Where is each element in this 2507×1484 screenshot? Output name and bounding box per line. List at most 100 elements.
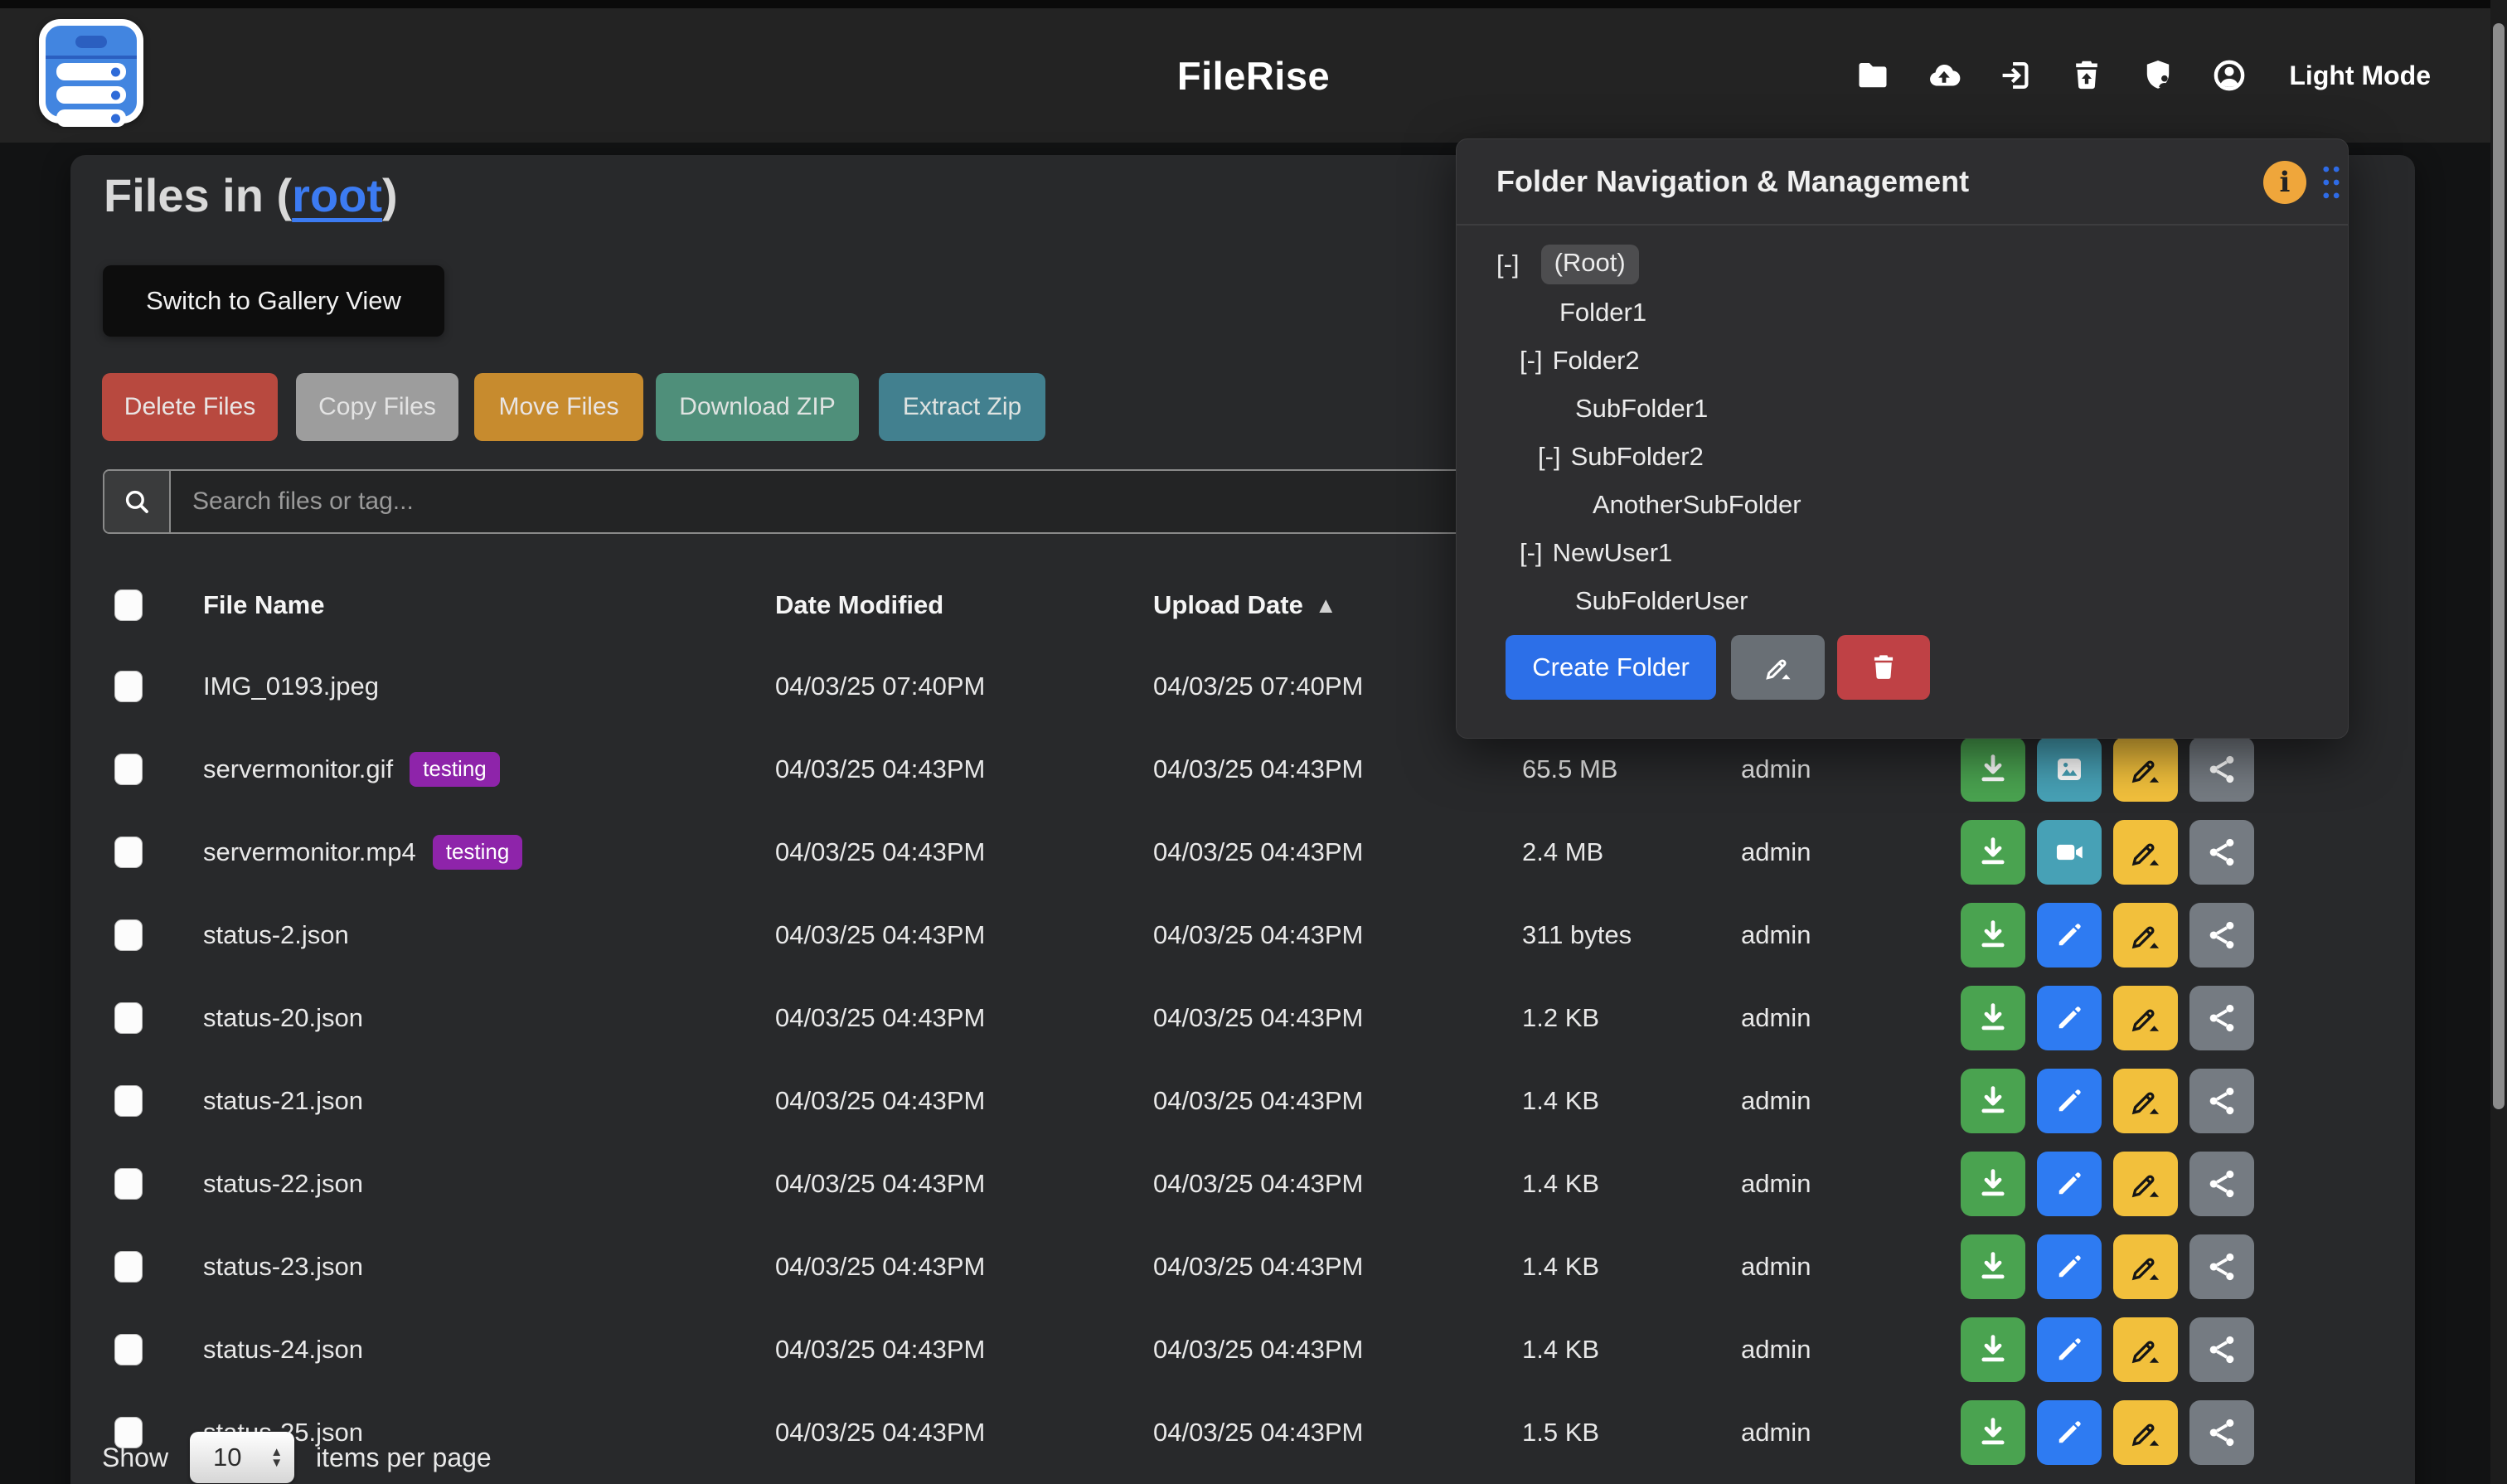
- folder-label[interactable]: Folder2: [1553, 346, 1640, 376]
- download-button[interactable]: [1961, 737, 2025, 802]
- table-row: status-24.json 04/03/25 04:43PM 04/03/25…: [70, 1308, 2415, 1391]
- download-button[interactable]: [1961, 1069, 2025, 1133]
- preview-video-button[interactable]: [2037, 820, 2102, 885]
- rename-button[interactable]: [2113, 1152, 2178, 1216]
- collapse-toggle[interactable]: [-]: [1520, 346, 1543, 376]
- row-checkbox[interactable]: [114, 1334, 143, 1365]
- tree-node[interactable]: [-] SubFolder2: [1457, 433, 2348, 481]
- admin-shield-icon[interactable]: [2140, 57, 2176, 94]
- trash-restore-icon[interactable]: [2068, 57, 2105, 94]
- search-input[interactable]: [171, 471, 1494, 532]
- tree-node[interactable]: [-] NewUser1: [1457, 529, 2348, 577]
- download-button[interactable]: [1961, 1152, 2025, 1216]
- share-button[interactable]: [2189, 1234, 2254, 1299]
- user-profile-icon[interactable]: [2211, 57, 2248, 94]
- tree-node[interactable]: Folder1: [1457, 289, 2348, 337]
- delete-folder-button[interactable]: [1837, 635, 1930, 700]
- rename-button[interactable]: [2113, 1069, 2178, 1133]
- extract-zip-button[interactable]: Extract Zip: [879, 373, 1045, 441]
- rename-button[interactable]: [2113, 986, 2178, 1050]
- file-name: status-2.json: [203, 920, 349, 950]
- download-button[interactable]: [1961, 986, 2025, 1050]
- collapse-toggle[interactable]: [-]: [1538, 442, 1561, 472]
- cloud-upload-icon[interactable]: [1926, 57, 1962, 94]
- rename-button[interactable]: [2113, 1234, 2178, 1299]
- tree-node[interactable]: [-] Folder2: [1457, 337, 2348, 385]
- copy-files-button[interactable]: Copy Files: [296, 373, 458, 441]
- column-date-modified[interactable]: Date Modified: [775, 573, 1140, 638]
- share-button[interactable]: [2189, 820, 2254, 885]
- rename-button[interactable]: [2113, 820, 2178, 885]
- scrollbar-thumb[interactable]: [2493, 23, 2505, 1109]
- upload-date: 04/03/25 04:43PM: [1153, 1225, 1510, 1308]
- download-zip-button[interactable]: Download ZIP: [656, 373, 859, 441]
- edit-file-button[interactable]: [2037, 1234, 2102, 1299]
- table-body: IMG_0193.jpeg 04/03/25 07:40PM 04/03/25 …: [70, 645, 2415, 1474]
- share-button[interactable]: [2189, 986, 2254, 1050]
- create-folder-button[interactable]: Create Folder: [1506, 635, 1716, 700]
- preview-image-button[interactable]: [2037, 737, 2102, 802]
- tree-node[interactable]: SubFolder1: [1457, 385, 2348, 433]
- share-button[interactable]: [2189, 1069, 2254, 1133]
- folder-label[interactable]: Folder1: [1559, 298, 1646, 327]
- rename-button[interactable]: [2113, 1400, 2178, 1465]
- share-button[interactable]: [2189, 1400, 2254, 1465]
- edit-file-button[interactable]: [2037, 986, 2102, 1050]
- folder-label[interactable]: SubFolder1: [1575, 394, 1708, 424]
- move-files-button[interactable]: Move Files: [474, 373, 643, 441]
- row-checkbox[interactable]: [114, 1085, 143, 1117]
- collapse-toggle[interactable]: [-]: [1520, 538, 1543, 568]
- share-button[interactable]: [2189, 1317, 2254, 1382]
- tree-node[interactable]: AnotherSubFolder: [1457, 481, 2348, 529]
- rename-button[interactable]: [2113, 737, 2178, 802]
- root-folder-link[interactable]: root: [292, 169, 382, 221]
- rename-button[interactable]: [2113, 903, 2178, 968]
- row-checkbox[interactable]: [114, 1251, 143, 1283]
- folder-label[interactable]: AnotherSubFolder: [1593, 490, 1801, 520]
- download-button[interactable]: [1961, 820, 2025, 885]
- edit-file-button[interactable]: [2037, 1400, 2102, 1465]
- tree-node[interactable]: SubFolderUser: [1457, 577, 2348, 625]
- switch-gallery-view-button[interactable]: Switch to Gallery View: [103, 265, 444, 337]
- share-button[interactable]: [2189, 1152, 2254, 1216]
- row-checkbox[interactable]: [114, 671, 143, 702]
- select-all-checkbox[interactable]: [114, 589, 143, 621]
- column-file-name[interactable]: File Name: [203, 573, 750, 638]
- selected-folder[interactable]: (Root): [1541, 245, 1639, 284]
- edit-file-button[interactable]: [2037, 903, 2102, 968]
- items-per-page-label: items per page: [316, 1443, 492, 1473]
- folder-icon[interactable]: [1855, 57, 1891, 94]
- edit-file-button[interactable]: [2037, 1152, 2102, 1216]
- download-button[interactable]: [1961, 1317, 2025, 1382]
- scrollbar-track[interactable]: [2490, 0, 2507, 1484]
- info-icon[interactable]: i: [2263, 161, 2306, 204]
- row-checkbox[interactable]: [114, 1002, 143, 1034]
- rename-folder-button[interactable]: [1731, 635, 1825, 700]
- download-button[interactable]: [1961, 1234, 2025, 1299]
- edit-file-button[interactable]: [2037, 1069, 2102, 1133]
- table-row: status-2.json 04/03/25 04:43PM 04/03/25 …: [70, 894, 2415, 977]
- items-per-page-select[interactable]: 10 ▲▼: [190, 1432, 294, 1483]
- row-checkbox[interactable]: [114, 919, 143, 951]
- folder-label[interactable]: SubFolderUser: [1575, 586, 1748, 616]
- uploader: admin: [1741, 1060, 1940, 1142]
- rename-button[interactable]: [2113, 1317, 2178, 1382]
- row-checkbox[interactable]: [114, 754, 143, 785]
- delete-files-button[interactable]: Delete Files: [102, 373, 278, 441]
- file-size: 1.4 KB: [1522, 1308, 1729, 1391]
- edit-file-button[interactable]: [2037, 1317, 2102, 1382]
- download-button[interactable]: [1961, 903, 2025, 968]
- download-button[interactable]: [1961, 1400, 2025, 1465]
- sign-out-icon[interactable]: [1997, 57, 2034, 94]
- folder-label[interactable]: NewUser1: [1553, 538, 1673, 568]
- row-checkbox[interactable]: [114, 837, 143, 868]
- light-mode-toggle[interactable]: Light Mode: [2289, 61, 2431, 91]
- folder-label[interactable]: SubFolder2: [1571, 442, 1704, 472]
- tree-node-root[interactable]: [-] (Root): [1457, 240, 2348, 289]
- collapse-toggle[interactable]: [-]: [1496, 250, 1520, 279]
- app-header: FileRise Light Mode: [0, 8, 2507, 143]
- drag-handle-icon[interactable]: [2320, 163, 2342, 206]
- row-checkbox[interactable]: [114, 1168, 143, 1200]
- share-button[interactable]: [2189, 737, 2254, 802]
- share-button[interactable]: [2189, 903, 2254, 968]
